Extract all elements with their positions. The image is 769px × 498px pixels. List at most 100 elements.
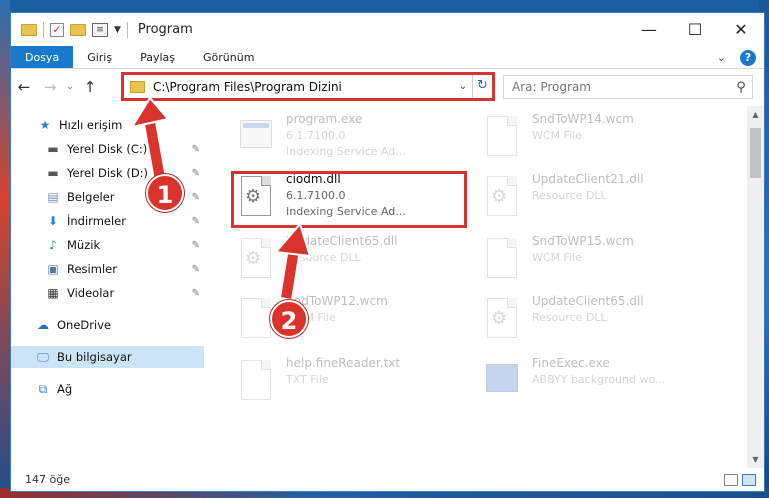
title-bar: ✓ ≡ ▼ Program — ☐ ✕ xyxy=(11,13,764,46)
navigation-pane: ★ Hızlı erişim ▬ Yerel Disk (C:) ✎ ▬ Yer… xyxy=(11,106,204,468)
file-type: WCM File xyxy=(532,129,582,142)
pictures-icon: ▣ xyxy=(47,262,59,276)
file-description: Indexing Service Ad... xyxy=(286,145,406,158)
download-icon: ⬇ xyxy=(47,214,59,228)
pin-icon[interactable]: ✎ xyxy=(192,240,200,251)
folder-icon xyxy=(21,23,37,36)
tab-view[interactable]: Görünüm xyxy=(189,46,268,68)
tiles-view-icon[interactable] xyxy=(742,473,756,486)
folder-icon xyxy=(130,80,145,93)
sidebar-item-label: Resimler xyxy=(67,262,117,276)
file-item[interactable]: SndToWP14.wcm WCM File xyxy=(482,112,722,168)
pin-icon[interactable]: ✎ xyxy=(192,144,200,155)
address-bar[interactable]: C:\Program Files\Program Dizini ⌄ ↻ xyxy=(121,72,495,101)
file-type: Resource DLL xyxy=(532,311,607,324)
address-path[interactable]: C:\Program Files\Program Dizini xyxy=(153,80,454,94)
tab-share[interactable]: Paylaş xyxy=(126,46,189,68)
customize-icon[interactable]: ≡ xyxy=(92,22,108,37)
sidebar-item-pictures[interactable]: ▣ Resimler ✎ xyxy=(11,258,204,280)
refresh-button[interactable]: ↻ xyxy=(472,75,492,98)
dll-file-icon: ⚙ xyxy=(236,234,276,282)
pin-icon[interactable]: ✎ xyxy=(192,288,200,299)
sidebar-item-this-pc[interactable]: 🖵 Bu bilgisayar xyxy=(11,346,204,368)
sidebar-item-label: Belgeler xyxy=(67,190,115,204)
file-item[interactable]: help.fineReader.txt TXT File xyxy=(236,356,476,412)
file-type: ABBYY background wo... xyxy=(532,373,666,386)
navigation-bar: ← → ⌄ ↑ C:\Program Files\Program Dizini … xyxy=(11,69,764,105)
search-box[interactable]: Ara: Program ⚲ xyxy=(503,75,753,99)
file-name: UpdateClient65.dll xyxy=(532,294,644,308)
properties-check-icon[interactable]: ✓ xyxy=(50,22,64,37)
file-version: 6.1.7100.0 xyxy=(286,129,346,142)
tab-file[interactable]: Dosya xyxy=(11,46,74,68)
file-type: Resource DLL xyxy=(286,251,361,264)
search-input[interactable]: Ara: Program xyxy=(512,80,730,94)
new-folder-icon[interactable] xyxy=(70,23,86,36)
pin-icon[interactable]: ✎ xyxy=(192,264,200,275)
sidebar-item-downloads[interactable]: ⬇ İndirmeler ✎ xyxy=(11,210,204,232)
document-file-icon xyxy=(482,234,522,282)
sidebar-item-label: İndirmeler xyxy=(67,214,126,228)
file-item[interactable]: ⚙ UpdateClient65.dll Resource DLL xyxy=(236,234,476,290)
sidebar-item-music[interactable]: ♪ Müzik ✎ xyxy=(11,234,204,256)
file-name: SndToWP15.wcm xyxy=(532,234,634,248)
desktop-background-left xyxy=(0,0,10,498)
back-button[interactable]: ← xyxy=(11,78,37,96)
details-view-icon[interactable] xyxy=(724,473,738,486)
sidebar-item-quick-access[interactable]: ★ Hızlı erişim xyxy=(11,114,204,136)
exe-file-icon xyxy=(236,112,276,160)
sidebar-item-network[interactable]: ⧉ Ağ xyxy=(11,378,204,400)
status-bar: 147 öğe xyxy=(11,468,764,491)
close-button[interactable]: ✕ xyxy=(718,13,764,46)
file-item[interactable]: SndToWP15.wcm WCM File xyxy=(482,234,722,290)
view-toggle xyxy=(724,473,756,486)
divider xyxy=(126,21,128,38)
file-type: TXT File xyxy=(286,373,329,386)
item-count: 147 öğe xyxy=(25,473,70,486)
sidebar-item-label: Yerel Disk (D:) xyxy=(67,166,149,180)
file-name: help.fineReader.txt xyxy=(286,356,400,370)
sidebar-item-videos[interactable]: ▦ Videolar ✎ xyxy=(11,282,204,304)
content-area: ★ Hızlı erişim ▬ Yerel Disk (C:) ✎ ▬ Yer… xyxy=(11,106,764,468)
file-type: Resource DLL xyxy=(532,189,607,202)
exe-file-icon xyxy=(482,356,522,404)
sidebar-item-local-disk-c[interactable]: ▬ Yerel Disk (C:) ✎ xyxy=(11,138,204,160)
star-icon: ★ xyxy=(39,118,51,132)
chevron-down-icon[interactable]: ⌄ xyxy=(454,81,472,92)
scroll-down-icon[interactable]: ▼ xyxy=(747,451,764,468)
minimize-button[interactable]: — xyxy=(626,13,672,46)
pin-icon[interactable]: ✎ xyxy=(192,216,200,227)
recent-locations-button[interactable]: ⌄ xyxy=(63,82,77,92)
quick-access-toolbar: ✓ ≡ ▼ xyxy=(11,21,128,38)
chevron-down-icon[interactable]: ▼ xyxy=(114,25,121,35)
help-icon[interactable]: ? xyxy=(740,49,756,66)
file-item[interactable]: FineExec.exe ABBYY background wo... xyxy=(482,356,722,412)
pin-icon[interactable]: ✎ xyxy=(192,168,200,179)
scroll-up-icon[interactable]: ▲ xyxy=(747,106,764,123)
sidebar-item-label: Yerel Disk (C:) xyxy=(67,142,148,156)
file-item[interactable]: ⚙ UpdateClient21.dll Resource DLL xyxy=(482,172,722,228)
sidebar-item-onedrive[interactable]: ☁ OneDrive xyxy=(11,314,204,336)
up-button[interactable]: ↑ xyxy=(77,78,103,96)
search-icon[interactable]: ⚲ xyxy=(730,80,752,95)
scroll-thumb[interactable] xyxy=(750,128,761,178)
sidebar-item-label: OneDrive xyxy=(57,318,112,332)
step-marker-1: 1 xyxy=(146,174,184,212)
sidebar-item-label: Ağ xyxy=(57,382,73,396)
file-name: UpdateClient21.dll xyxy=(532,172,644,186)
file-name: SndToWP14.wcm xyxy=(532,112,634,126)
forward-button[interactable]: → xyxy=(37,78,63,96)
pin-icon[interactable]: ✎ xyxy=(192,192,200,203)
window-controls: — ☐ ✕ xyxy=(626,13,764,46)
vertical-scrollbar[interactable]: ▲ ▼ xyxy=(747,106,764,468)
file-highlight-box xyxy=(231,171,467,228)
ribbon-tabs: Dosya Giriş Paylaş Görünüm ⌄ ? xyxy=(11,46,764,69)
tab-home[interactable]: Giriş xyxy=(73,46,126,68)
music-icon: ♪ xyxy=(49,238,57,252)
sidebar-item-label: Bu bilgisayar xyxy=(57,350,132,364)
maximize-button[interactable]: ☐ xyxy=(672,13,718,46)
computer-icon: 🖵 xyxy=(37,349,49,364)
file-item[interactable]: ⚙ UpdateClient65.dll Resource DLL xyxy=(482,294,722,350)
expand-ribbon-button[interactable]: ⌄ xyxy=(717,51,726,64)
file-item[interactable]: program.exe 6.1.7100.0 Indexing Service … xyxy=(236,112,476,168)
